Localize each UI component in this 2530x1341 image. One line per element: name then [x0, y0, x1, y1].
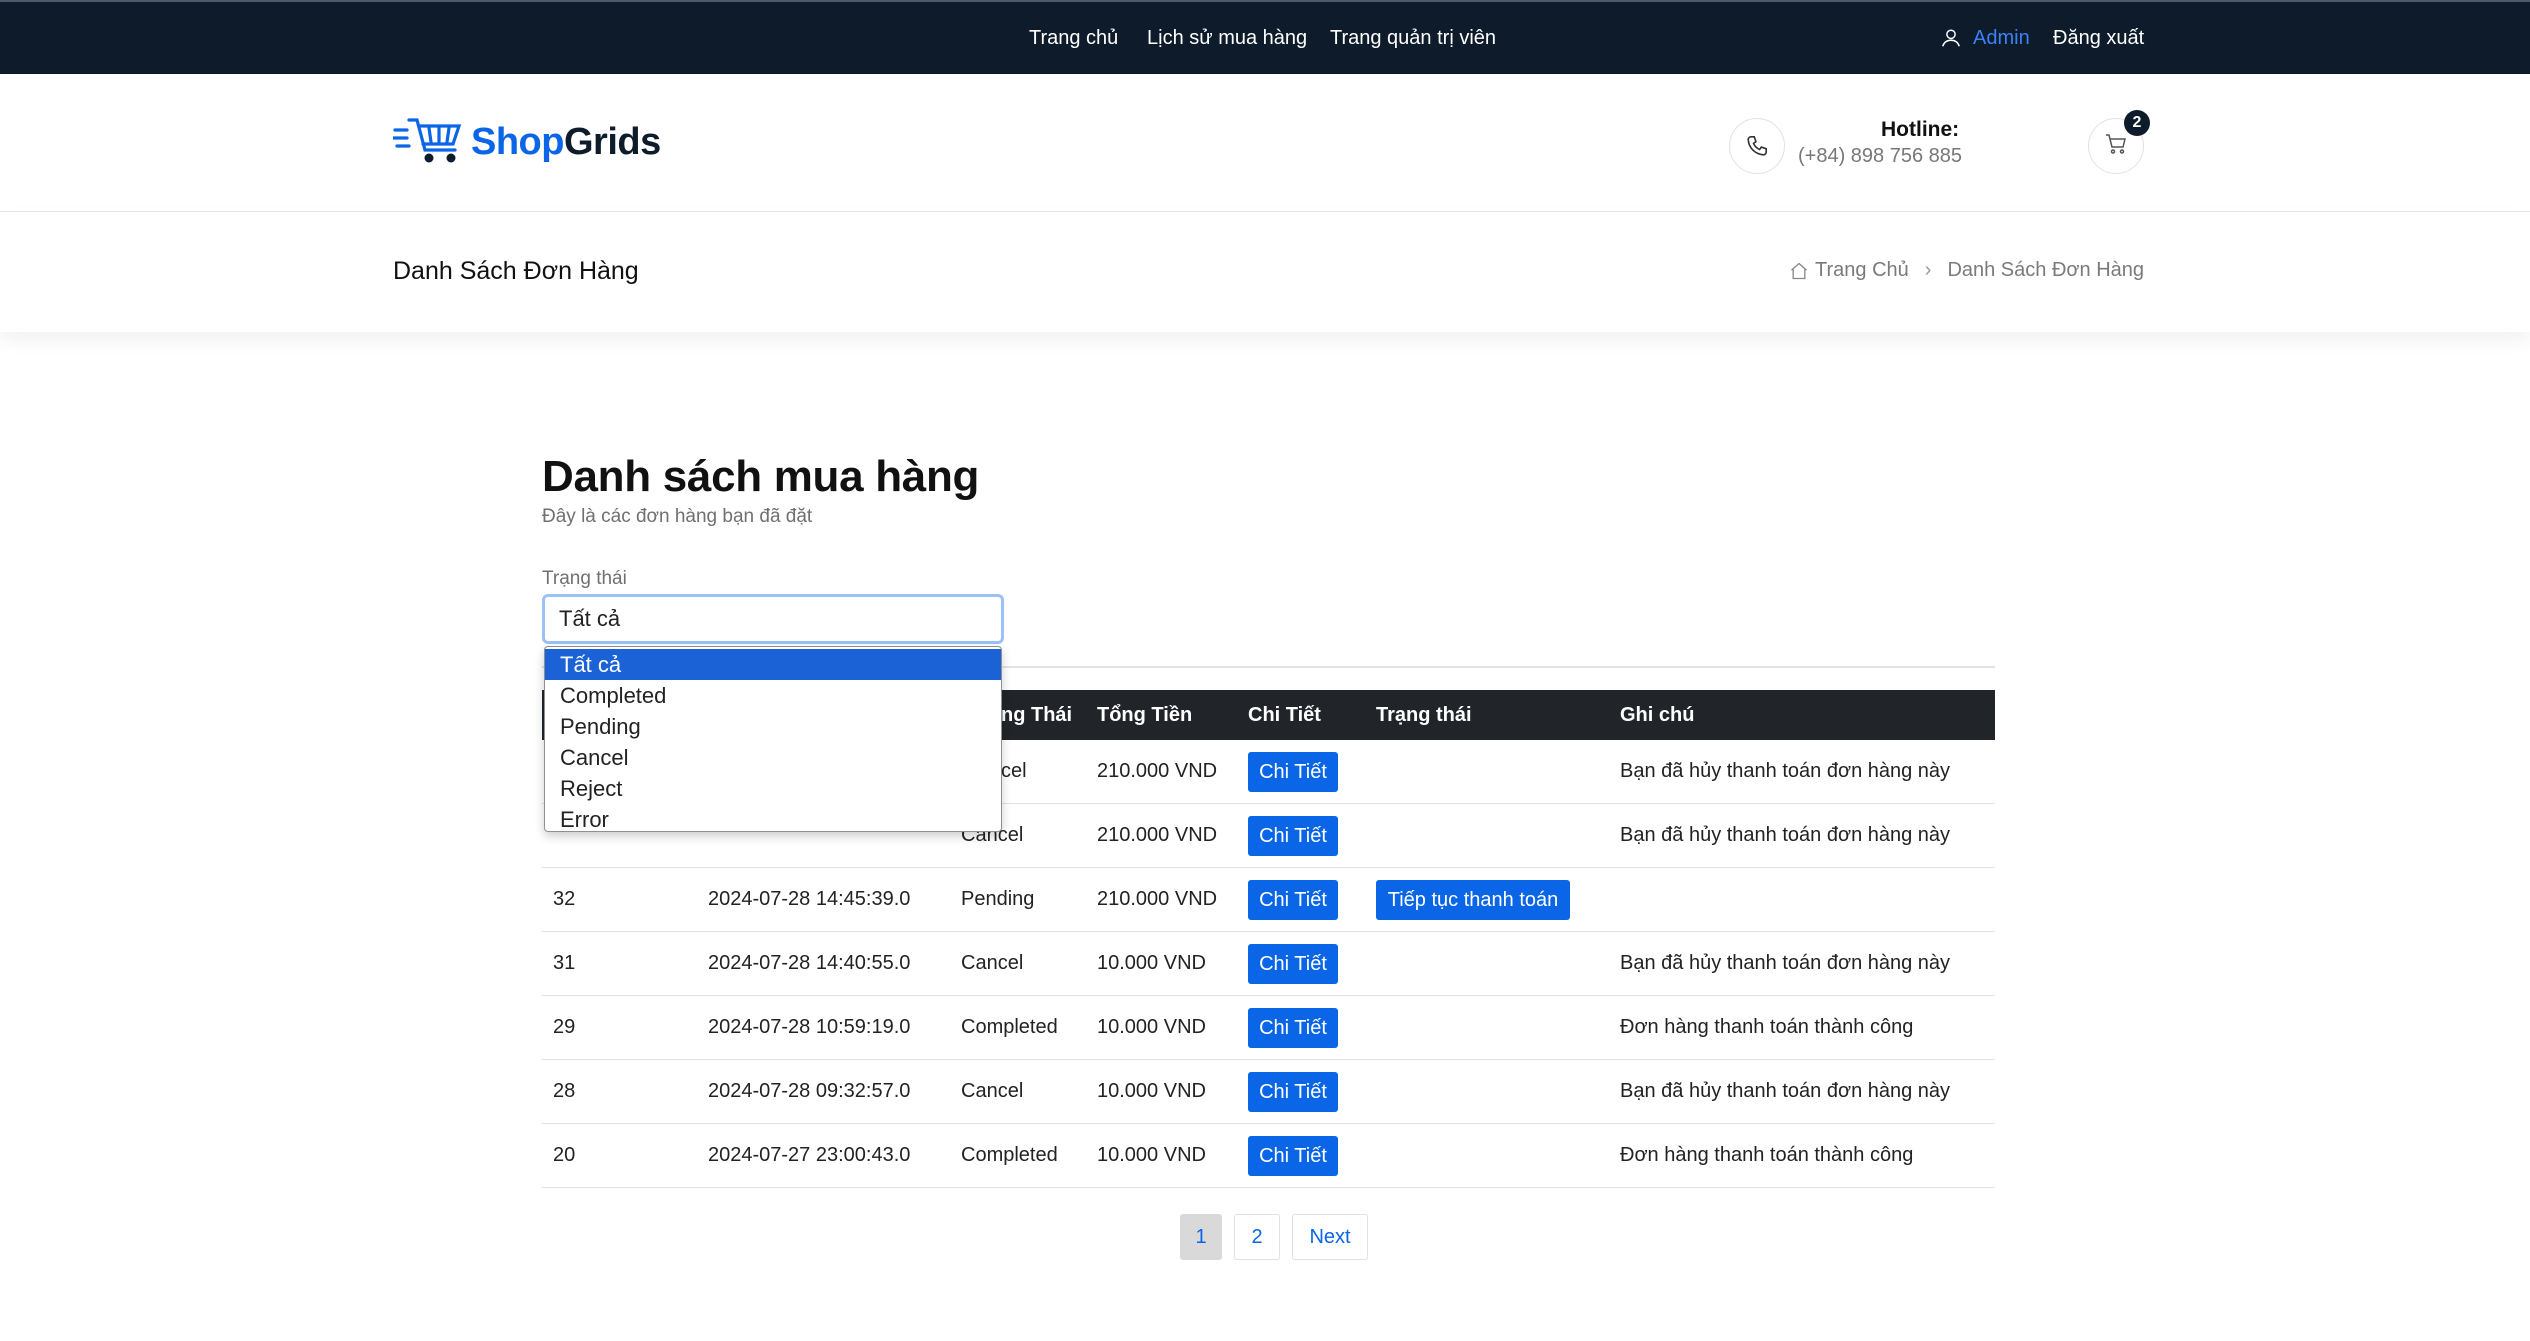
order-status: Completed [961, 1144, 1058, 1166]
header-detail: Chi Tiết [1248, 704, 1321, 726]
table-row: 28 2024-07-28 09:32:57.0 Cancel 10.000 V… [542, 1060, 1995, 1124]
order-note: Bạn đã hủy thanh toán đơn hàng này [1620, 1080, 1951, 1102]
pagination: 1 2 Next [1180, 1214, 1380, 1260]
order-status: Completed [961, 1016, 1058, 1038]
table-row: 32 2024-07-28 14:45:39.0 Pending 210.000… [542, 868, 1995, 932]
order-status: cel [1001, 760, 1027, 782]
detail-button[interactable]: Chi Tiết [1248, 752, 1338, 792]
order-date: 2024-07-28 14:40:55.0 [708, 952, 911, 974]
order-status: Pending [961, 888, 1035, 910]
breadcrumb-section: Danh Sách Đơn Hàng Trang Chủ › Danh Sách… [0, 212, 2530, 332]
orders-title: Danh sách mua hàng [542, 452, 980, 501]
order-status: Cancel [961, 1080, 1024, 1102]
order-total: 10.000 VND [1097, 1016, 1206, 1038]
order-total: 10.000 VND [1097, 1144, 1206, 1166]
status-filter-select[interactable]: Tất cả [542, 594, 1004, 644]
user-icon [1940, 2, 1962, 74]
detail-button[interactable]: Chi Tiết [1248, 1008, 1338, 1048]
breadcrumb-current: Danh Sách Đơn Hàng [1947, 259, 2144, 281]
phone-icon [1729, 118, 1785, 174]
dropdown-option-pending[interactable]: Pending [545, 711, 1001, 742]
order-total: 210.000 VND [1097, 760, 1218, 782]
status-filter-label: Trạng thái [542, 568, 627, 589]
dropdown-option-reject[interactable]: Reject [545, 773, 1001, 804]
detail-button[interactable]: Chi Tiết [1248, 944, 1338, 984]
page-1-button[interactable]: 1 [1180, 1214, 1222, 1260]
order-total: 210.000 VND [1097, 888, 1218, 910]
order-id: 20 [553, 1144, 576, 1166]
dropdown-option-completed[interactable]: Completed [545, 680, 1001, 711]
order-total: 210.000 VND [1097, 824, 1218, 846]
detail-button[interactable]: Chi Tiết [1248, 816, 1338, 856]
order-note: Đơn hàng thanh toán thành công [1620, 1016, 1914, 1038]
breadcrumb: Trang Chủ › Danh Sách Đơn Hàng [1789, 259, 2144, 282]
continue-payment-button[interactable]: Tiếp tục thanh toán [1376, 880, 1570, 920]
nav-purchase-history-link[interactable]: Lịch sử mua hàng [1147, 27, 1307, 50]
hotline-label: Hotline: [1881, 118, 1960, 141]
site-logo[interactable]: ShopGrids [391, 114, 661, 171]
order-total: 10.000 VND [1097, 952, 1206, 974]
order-note: Đơn hàng thanh toán thành công [1620, 1144, 1914, 1166]
table-row: 29 2024-07-28 10:59:19.0 Completed 10.00… [542, 996, 1995, 1060]
order-total: 10.000 VND [1097, 1080, 1206, 1102]
order-date: 2024-07-27 23:00:43.0 [708, 1144, 911, 1166]
order-status: Cancel [961, 952, 1024, 974]
dropdown-option-error[interactable]: Error [545, 804, 1001, 835]
home-icon [1789, 261, 1809, 281]
hotline-number: (+84) 898 756 885 [1798, 145, 1963, 167]
site-header: ShopGrids Hotline: (+84) 898 756 885 2 [0, 74, 2530, 212]
next-page-button[interactable]: Next [1292, 1214, 1368, 1260]
cart-count-badge: 2 [2124, 110, 2150, 136]
nav-purchase-history[interactable]: Lịch sử mua hàng [1147, 2, 1307, 74]
top-navbar: Trang chủ Lịch sử mua hàng Trang quản tr… [0, 0, 2530, 74]
detail-button[interactable]: Chi Tiết [1248, 1072, 1338, 1112]
nav-admin-page[interactable]: Trang quản trị viên [1330, 2, 1496, 74]
detail-button[interactable]: Chi Tiết [1248, 880, 1338, 920]
status-filter-dropdown: Tất cả Completed Pending Cancel Reject E… [544, 646, 1002, 832]
table-row: 20 2024-07-27 23:00:43.0 Completed 10.00… [542, 1124, 1995, 1188]
nav-admin-page-link[interactable]: Trang quản trị viên [1330, 27, 1496, 50]
order-date: 2024-07-28 10:59:19.0 [708, 1016, 911, 1038]
page-2-button[interactable]: 2 [1234, 1214, 1280, 1260]
order-note: Bạn đã hủy thanh toán đơn hàng này [1620, 952, 1951, 974]
header-total: Tổng Tiền [1097, 704, 1193, 726]
nav-home[interactable]: Trang chủ [1029, 2, 1118, 74]
order-note: Bạn đã hủy thanh toán đơn hàng này [1620, 760, 1951, 782]
table-row: 31 2024-07-28 14:40:55.0 Cancel 10.000 V… [542, 932, 1995, 996]
header-state: Trạng thái [1376, 704, 1472, 726]
order-note: Bạn đã hủy thanh toán đơn hàng này [1620, 824, 1951, 846]
logo-text: ShopGrids [471, 121, 661, 163]
cart-logo-icon [391, 114, 463, 171]
page-title: Danh Sách Đơn Hàng [393, 257, 639, 285]
nav-home-link[interactable]: Trang chủ [1029, 27, 1118, 50]
dropdown-option-all[interactable]: Tất cả [545, 649, 1001, 680]
breadcrumb-home[interactable]: Trang Chủ [1815, 259, 1909, 282]
logout-link[interactable]: Đăng xuất [2053, 2, 2144, 74]
order-id: 31 [553, 952, 576, 974]
order-date: 2024-07-28 09:32:57.0 [708, 1080, 911, 1102]
orders-subtitle: Đây là các đơn hàng bạn đã đặt [542, 506, 813, 527]
order-date: 2024-07-28 14:45:39.0 [708, 888, 911, 910]
user-account-link[interactable]: Admin [1973, 2, 2030, 74]
cart-icon [2104, 132, 2128, 161]
order-id: 28 [553, 1080, 576, 1102]
order-id: 32 [553, 888, 576, 910]
header-status: ng Thái [1001, 704, 1073, 726]
chevron-right-icon: › [1924, 259, 1932, 281]
detail-button[interactable]: Chi Tiết [1248, 1136, 1338, 1176]
header-note: Ghi chú [1620, 704, 1695, 726]
order-id: 29 [553, 1016, 576, 1038]
dropdown-option-cancel[interactable]: Cancel [545, 742, 1001, 773]
